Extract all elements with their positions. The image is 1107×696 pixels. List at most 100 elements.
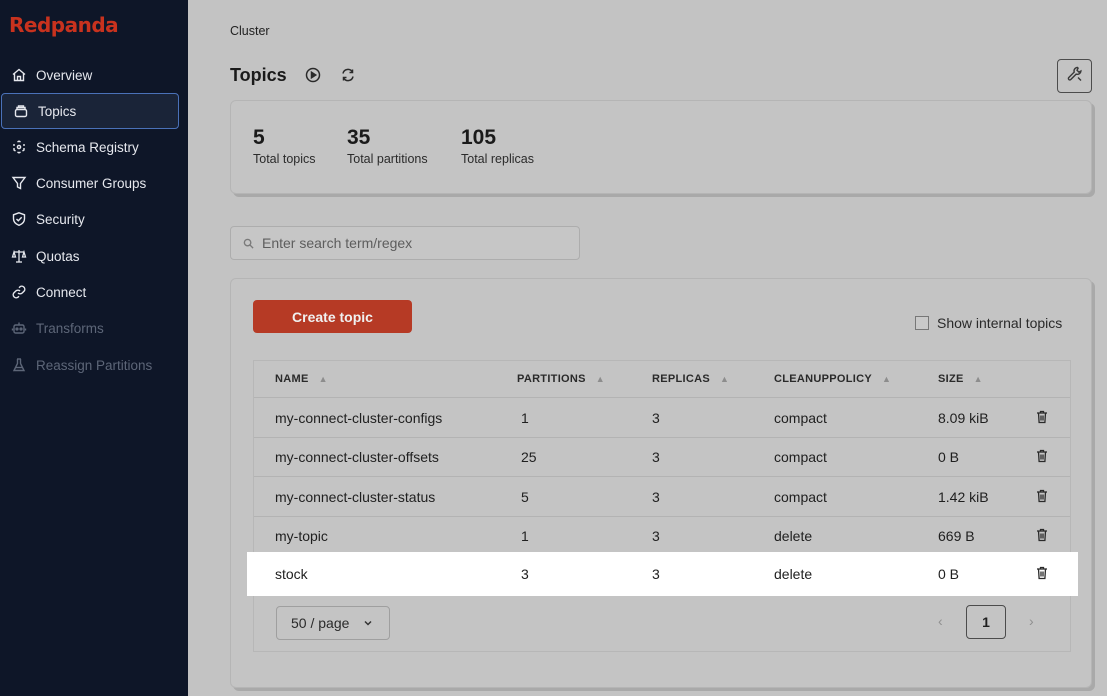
sort-icon[interactable]: ▲ bbox=[596, 374, 605, 384]
show-internal-label: Show internal topics bbox=[937, 315, 1063, 331]
cell-size: 8.09 kiB bbox=[938, 409, 989, 426]
cell-replicas: 3 bbox=[652, 448, 660, 465]
table-row[interactable]: my-connect-cluster-configs 1 3 compact 8.09 … bbox=[254, 398, 1070, 438]
pagination-next[interactable]: › bbox=[1029, 613, 1034, 629]
cell-name[interactable]: my-connect-cluster-offsets bbox=[275, 437, 439, 476]
cell-cleanup: compact bbox=[774, 448, 827, 465]
table-row[interactable]: my-topic 1 3 delete 669 B bbox=[254, 516, 1070, 556]
sidebar-item-label: Transforms bbox=[36, 320, 104, 336]
cell-name[interactable]: my-connect-cluster-configs bbox=[275, 398, 442, 437]
scale-icon bbox=[9, 248, 29, 264]
breadcrumb[interactable]: Cluster bbox=[230, 24, 270, 38]
sort-icon[interactable]: ▲ bbox=[319, 374, 328, 384]
sidebar-item-quotas[interactable]: Quotas bbox=[0, 239, 180, 273]
collection-icon bbox=[11, 103, 31, 119]
show-internal-checkbox[interactable] bbox=[915, 316, 929, 330]
trash-icon[interactable] bbox=[1036, 410, 1048, 424]
pagination-current-page[interactable]: 1 bbox=[966, 605, 1006, 639]
topics-table: NAME ▲ PARTITIONS ▲ REPLICAS ▲ CLEANUPPOLIC… bbox=[247, 360, 1078, 652]
search-box[interactable] bbox=[230, 226, 580, 260]
cell-size: 0 B bbox=[938, 566, 960, 582]
table-row[interactable]: stock 3 3 delete 0 B bbox=[247, 552, 1078, 596]
sort-icon[interactable]: ▲ bbox=[974, 374, 983, 384]
sidebar-item-label: Topics bbox=[38, 103, 77, 119]
stat-value: 105 bbox=[461, 126, 497, 149]
sidebar-item-label: Quotas bbox=[36, 248, 80, 264]
shield-check-icon bbox=[9, 211, 29, 227]
settings-button[interactable] bbox=[1057, 59, 1092, 93]
cell-partitions: 1 bbox=[521, 409, 529, 426]
sidebar-item-consumer-groups[interactable]: Consumer Groups bbox=[0, 166, 180, 200]
column-header-name[interactable]: NAME ▲ bbox=[275, 361, 328, 397]
robot-icon bbox=[9, 320, 29, 336]
cell-name[interactable]: stock bbox=[275, 552, 308, 596]
sidebar-item-label: Security bbox=[36, 211, 85, 227]
cell-replicas: 3 bbox=[652, 527, 660, 544]
sort-icon[interactable]: ▲ bbox=[720, 374, 729, 384]
cell-replicas: 3 bbox=[652, 488, 660, 505]
cell-cleanup: compact bbox=[774, 409, 827, 426]
cell-size: 669 B bbox=[938, 527, 975, 544]
column-header-replicas[interactable]: REPLICAS ▲ bbox=[652, 361, 729, 397]
sort-icon[interactable]: ▲ bbox=[882, 374, 891, 384]
pagination-prev[interactable]: ‹ bbox=[938, 613, 943, 629]
table-row[interactable]: my-connect-cluster-offsets 25 3 compact 0 B bbox=[254, 437, 1070, 477]
link-icon bbox=[9, 284, 29, 300]
page-title: Topics bbox=[230, 65, 287, 85]
chevron-down-icon bbox=[363, 618, 373, 628]
column-header-cleanuppolicy[interactable]: CLEANUPPOLICY ▲ bbox=[774, 361, 891, 397]
sidebar-item-schema-registry[interactable]: Schema Registry bbox=[0, 130, 180, 164]
play-circle-icon[interactable] bbox=[304, 66, 322, 84]
sidebar-item-transforms: Transforms bbox=[0, 311, 180, 345]
table-row[interactable]: my-connect-cluster-status 5 3 compact 1.42 k… bbox=[254, 477, 1070, 517]
cell-name[interactable]: my-connect-cluster-status bbox=[275, 477, 435, 516]
show-internal-topics-toggle[interactable]: Show internal topics bbox=[915, 315, 1062, 331]
stats-card: 5 Total topics 35 Total partitions 105 T… bbox=[230, 100, 1092, 194]
stat-value: 35 bbox=[347, 126, 371, 149]
cell-size: 0 B bbox=[938, 448, 960, 465]
brand-logo[interactable]: Redpanda bbox=[9, 13, 119, 37]
beaker-icon bbox=[9, 357, 29, 373]
cell-name[interactable]: my-topic bbox=[275, 516, 328, 555]
refresh-icon[interactable] bbox=[339, 66, 357, 84]
search-input[interactable] bbox=[260, 234, 564, 252]
sidebar-item-topics[interactable]: Topics bbox=[1, 93, 179, 129]
cell-replicas: 3 bbox=[652, 409, 660, 426]
sidebar-item-reassign-partitions: Reassign Partitions bbox=[0, 348, 180, 382]
cell-partitions: 5 bbox=[521, 488, 529, 505]
sidebar-item-connect[interactable]: Connect bbox=[0, 275, 180, 309]
wrench-icon bbox=[1066, 65, 1084, 88]
trash-icon[interactable] bbox=[1036, 489, 1048, 503]
sidebar-item-overview[interactable]: Overview bbox=[0, 58, 180, 92]
stat-total-topics: 5 Total topics bbox=[253, 126, 316, 166]
sidebar-item-label: Connect bbox=[36, 284, 87, 300]
sidebar: Redpanda Overview Topics Schema Registry… bbox=[0, 0, 188, 696]
table-header: NAME ▲ PARTITIONS ▲ REPLICAS ▲ CLEANUPPOLIC… bbox=[254, 361, 1070, 398]
stat-label: Total partitions bbox=[347, 152, 428, 166]
stat-label: Total replicas bbox=[461, 152, 534, 166]
sidebar-item-label: Overview bbox=[36, 67, 93, 83]
page-size-value: 50 / page bbox=[291, 615, 350, 631]
topics-panel: Create topic Show internal topics NAME ▲ … bbox=[230, 278, 1092, 688]
cell-partitions: 3 bbox=[521, 566, 529, 582]
cell-cleanup: delete bbox=[774, 527, 813, 544]
cell-partitions: 25 bbox=[521, 448, 537, 465]
trash-icon[interactable] bbox=[1036, 528, 1048, 542]
trash-icon[interactable] bbox=[1036, 449, 1048, 463]
cell-replicas: 3 bbox=[652, 566, 660, 582]
cell-partitions: 1 bbox=[521, 527, 529, 544]
search-icon bbox=[243, 238, 254, 249]
stat-total-partitions: 35 Total partitions bbox=[347, 126, 428, 166]
sidebar-item-label: Consumer Groups bbox=[36, 175, 147, 191]
cell-size: 1.42 kiB bbox=[938, 488, 989, 505]
column-header-size[interactable]: SIZE ▲ bbox=[938, 361, 983, 397]
trash-icon[interactable] bbox=[1036, 566, 1048, 580]
cell-cleanup: delete bbox=[774, 566, 813, 582]
stat-total-replicas: 105 Total replicas bbox=[461, 126, 534, 166]
filter-icon bbox=[9, 175, 29, 191]
sidebar-item-security[interactable]: Security bbox=[0, 202, 180, 236]
page-size-select[interactable]: 50 / page bbox=[276, 606, 390, 640]
create-topic-button[interactable]: Create topic bbox=[253, 300, 412, 333]
column-header-partitions[interactable]: PARTITIONS ▲ bbox=[517, 361, 605, 397]
stat-value: 5 bbox=[253, 126, 265, 149]
